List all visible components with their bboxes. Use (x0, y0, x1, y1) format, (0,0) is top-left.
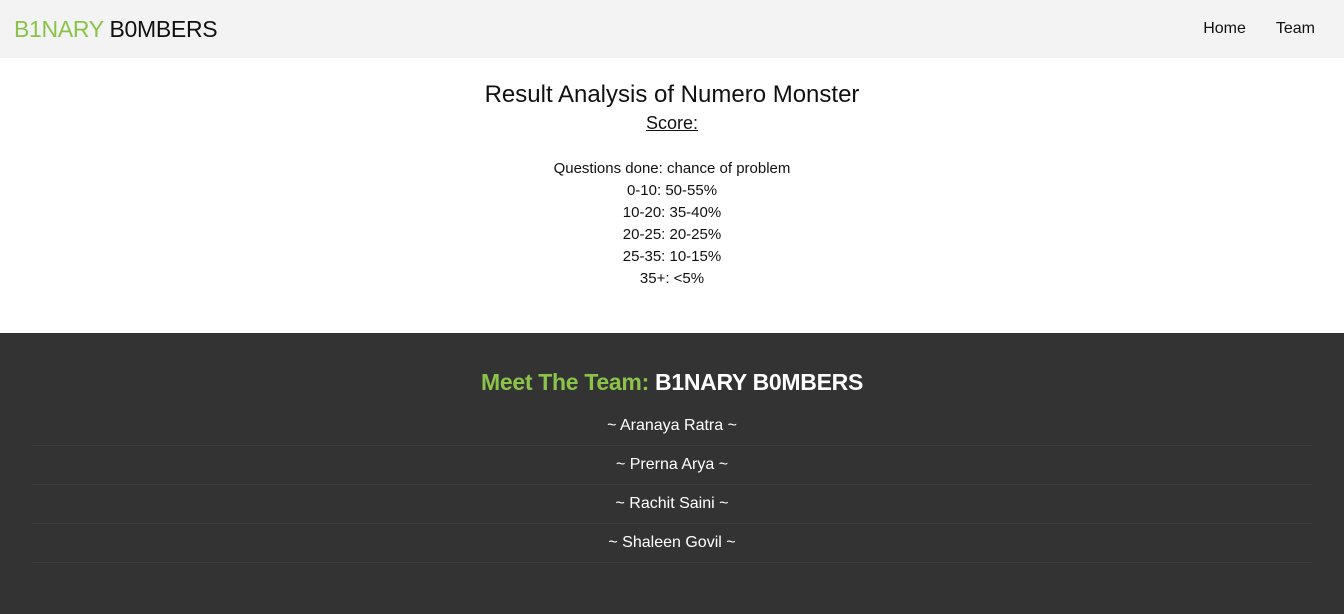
analysis-line: 10-20: 35-40% (622, 204, 722, 221)
team-member: ~ Aranaya Ratra ~ (32, 407, 1312, 446)
analysis-line: 25-35: 10-15% (622, 248, 722, 265)
analysis-header: Questions done: chance of problem (553, 160, 791, 177)
nav-link-home[interactable]: Home (1188, 20, 1261, 38)
navbar: B1NARY B0MBERS Home Team (0, 0, 1344, 58)
team-member: ~ Prerna Arya ~ (32, 446, 1312, 485)
team-heading-label: Meet The Team: (481, 369, 649, 395)
brand-part-black: B0MBERS (103, 15, 218, 42)
analysis-block: Questions done: chance of problem 0-10: … (0, 158, 1344, 290)
member-list: ~ Aranaya Ratra ~ ~ Prerna Arya ~ ~ Rach… (32, 407, 1312, 563)
team-heading: Meet The Team: B1NARY B0MBERS (0, 367, 1344, 397)
team-footer: Meet The Team: B1NARY B0MBERS ~ Aranaya … (0, 333, 1344, 614)
brand-part-green: B1NARY (14, 15, 104, 42)
team-member: ~ Rachit Saini ~ (32, 485, 1312, 524)
page-title: Result Analysis of Numero Monster (484, 81, 860, 108)
nav-link-team[interactable]: Team (1261, 20, 1330, 38)
score-label: Score: (645, 113, 699, 133)
team-member: ~ Shaleen Govil ~ (32, 524, 1312, 563)
result-section: Result Analysis of Numero Monster Score:… (0, 58, 1344, 333)
analysis-line: 20-25: 20-25% (622, 226, 722, 243)
nav-links: Home Team (1188, 20, 1330, 38)
analysis-line: 0-10: 50-55% (626, 182, 718, 199)
analysis-line: 35+: <5% (639, 270, 705, 287)
team-heading-name: B1NARY B0MBERS (648, 369, 863, 395)
brand-logo[interactable]: B1NARY B0MBERS (14, 15, 218, 43)
